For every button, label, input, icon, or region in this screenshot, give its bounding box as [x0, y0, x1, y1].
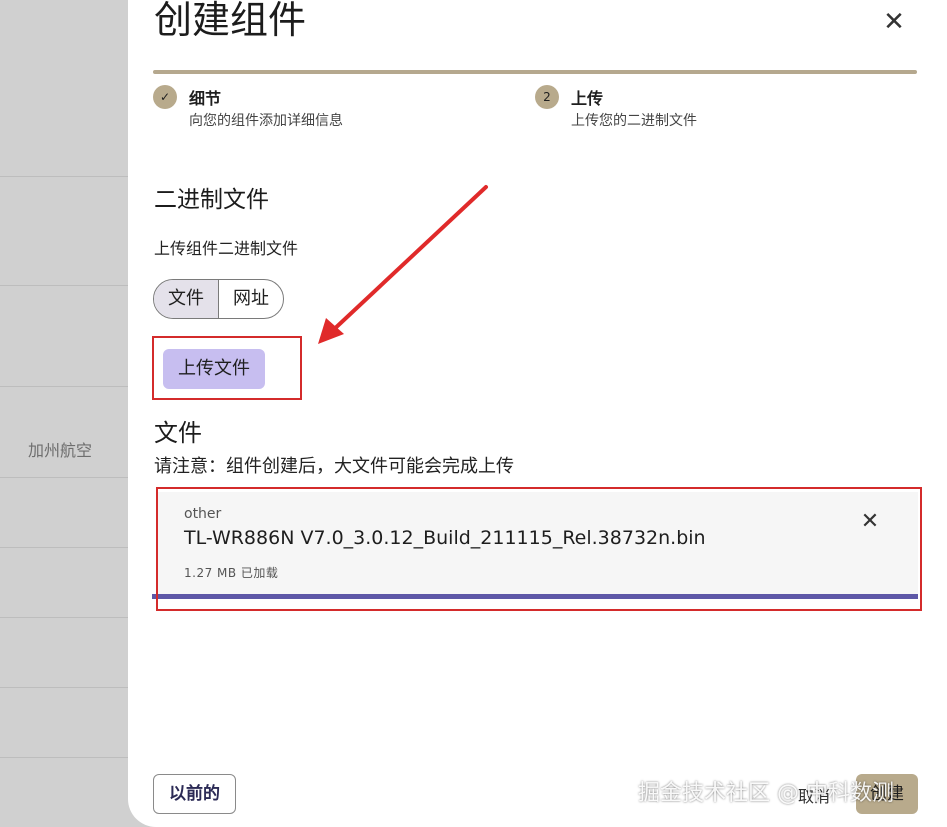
step-subtitle: 向您的组件添加详细信息 — [189, 113, 343, 129]
background-divider — [0, 176, 140, 177]
close-icon[interactable]: ✕ — [880, 8, 908, 36]
background-divider — [0, 617, 140, 618]
toggle-file[interactable]: 文件 — [154, 280, 218, 318]
files-heading: 文件 — [154, 419, 202, 447]
background-divider — [0, 757, 140, 758]
section-heading: 二进制文件 — [154, 187, 269, 213]
check-icon: ✓ — [153, 85, 177, 109]
toggle-url[interactable]: 网址 — [219, 280, 283, 318]
background-label[interactable]: 加州航空 — [28, 437, 92, 461]
background-divider — [0, 687, 140, 688]
background-page: 加州航空 — [0, 0, 140, 827]
background-divider — [0, 547, 140, 548]
annotation-box-file — [156, 487, 922, 611]
previous-button[interactable]: 以前的 — [153, 774, 236, 814]
dialog-title: 创建组件 — [154, 0, 307, 42]
background-divider — [0, 285, 140, 286]
section-subtitle: 上传组件二进制文件 — [154, 239, 299, 258]
files-note: 请注意：组件创建后，大文件可能会完成上传 — [154, 456, 514, 477]
step-subtitle: 上传您的二进制文件 — [571, 113, 697, 129]
stepper-progress-divider — [153, 70, 917, 74]
step-title: 上传 — [571, 89, 604, 108]
watermark: 掘金技术社区 @ 中科数测 — [638, 781, 894, 806]
step-title: 细节 — [189, 89, 222, 108]
step-number: 2 — [535, 85, 559, 109]
create-component-dialog: 创建组件 ✕ ✓ 细节 向您的组件添加详细信息 2 上传 上传您的二进制文件 二… — [128, 0, 947, 827]
background-divider — [0, 477, 140, 478]
source-toggle: 文件 网址 — [153, 279, 284, 319]
background-divider — [0, 386, 140, 387]
upload-file-button[interactable]: 上传文件 — [163, 349, 265, 389]
